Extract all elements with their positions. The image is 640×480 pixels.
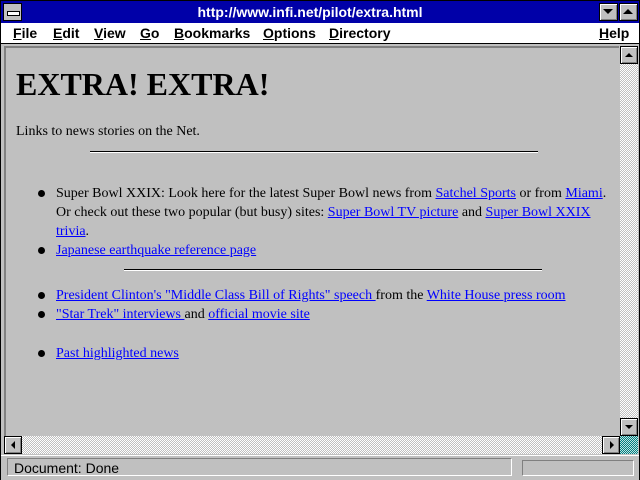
menu-view-accel: V [94, 25, 104, 41]
link-clinton-speech[interactable]: President Clinton's "Middle Class Bill o… [56, 288, 376, 303]
maximize-icon [623, 9, 633, 14]
vertical-scrollbar[interactable] [620, 46, 638, 436]
scroll-left-button[interactable] [4, 436, 22, 454]
scroll-up-button[interactable] [620, 46, 638, 64]
menu-help-accel: H [599, 25, 610, 41]
menu-options-label: ptions [273, 25, 316, 41]
horizontal-rule [90, 151, 538, 153]
menu-bookmarks[interactable]: Bookmarks [174, 24, 250, 42]
title-bar: http://www.infi.net/pilot/extra.html [1, 1, 639, 23]
status-bar: Document: Done [1, 455, 639, 480]
menu-options[interactable]: Options [263, 24, 316, 42]
bullet-icon [38, 311, 45, 318]
status-message: Document: Done [7, 458, 512, 476]
bullet-icon [38, 350, 45, 357]
link-past-highlighted-news[interactable]: Past highlighted news [56, 346, 179, 361]
page-content: EXTRA! EXTRA! Links to news stories on t… [4, 46, 619, 436]
scroll-down-button[interactable] [620, 418, 638, 436]
menu-directory-label: irectory [339, 25, 391, 41]
menu-go-label: o [150, 25, 160, 41]
bullet-icon [38, 190, 45, 197]
menu-edit-accel: E [53, 25, 63, 41]
period-text: . [85, 224, 90, 239]
page-intro: Links to news stories on the Net. [16, 124, 200, 139]
bullet-icon [38, 247, 45, 254]
link-satchel-sports[interactable]: Satchel Sports [435, 186, 516, 201]
minimize-icon [603, 9, 613, 14]
menu-edit[interactable]: Edit [53, 24, 79, 42]
arrow-left-icon [11, 441, 15, 449]
horizontal-scrollbar[interactable] [4, 436, 620, 454]
menu-help[interactable]: Help [599, 24, 629, 42]
system-menu-button[interactable] [3, 3, 22, 21]
browser-window: http://www.infi.net/pilot/extra.html Fil… [0, 0, 640, 480]
size-grip[interactable] [620, 436, 638, 454]
link-miami[interactable]: Miami [565, 186, 602, 201]
progress-bar [522, 460, 634, 476]
window-title: http://www.infi.net/pilot/extra.html [197, 4, 423, 20]
menu-directory[interactable]: Directory [329, 24, 390, 42]
minimize-button[interactable] [599, 3, 618, 21]
connector-text: and [458, 205, 486, 220]
news-list-secondary: President Clinton's "Middle Class Bill o… [36, 286, 611, 324]
menu-directory-accel: D [329, 25, 340, 41]
menu-file-label: ile [21, 25, 38, 41]
news-list-primary: Super Bowl XXIX: Look here for the lates… [36, 184, 611, 260]
connector-text: and [184, 307, 209, 322]
menu-help-label: elp [609, 25, 630, 41]
menu-edit-label: dit [62, 25, 80, 41]
menu-file[interactable]: File [13, 24, 37, 42]
list-item-clinton-speech: President Clinton's "Middle Class Bill o… [36, 286, 611, 305]
maximize-button[interactable] [619, 3, 638, 21]
vertical-scroll-track[interactable] [620, 64, 638, 418]
link-super-bowl-tv-picture[interactable]: Super Bowl TV picture [328, 205, 459, 220]
page-heading: EXTRA! EXTRA! [16, 66, 270, 102]
arrow-down-icon [625, 425, 633, 429]
news-list-archive: Past highlighted news [36, 344, 611, 363]
arrow-right-icon [610, 441, 614, 449]
menu-file-accel: F [13, 25, 22, 41]
connector-text: or from [515, 186, 566, 201]
link-japanese-earthquake[interactable]: Japanese earthquake reference page [56, 243, 256, 258]
scroll-right-button[interactable] [602, 436, 620, 454]
super-bowl-text: Super Bowl XXIX: Look here for the lates… [56, 186, 436, 201]
horizontal-rule [124, 269, 542, 271]
bullet-icon [38, 292, 45, 299]
menu-options-accel: O [263, 25, 274, 41]
menu-go-accel: G [140, 25, 151, 41]
menu-bookmarks-label: ookmarks [184, 25, 251, 41]
link-white-house-press-room[interactable]: White House press room [427, 288, 566, 303]
menu-view-label: iew [103, 25, 126, 41]
list-item-super-bowl: Super Bowl XXIX: Look here for the lates… [36, 184, 611, 241]
link-official-movie-site[interactable]: official movie site [208, 307, 310, 322]
list-item-star-trek: "Star Trek" interviews and official movi… [36, 305, 611, 324]
menu-go[interactable]: Go [140, 24, 159, 42]
list-item-past-news: Past highlighted news [36, 344, 611, 363]
menu-bookmarks-accel: B [174, 25, 185, 41]
menu-bar: File Edit View Go Bookmarks Options Dire… [1, 23, 639, 44]
system-menu-icon [7, 11, 20, 16]
arrow-up-icon [625, 53, 633, 57]
connector-text: from the [375, 288, 427, 303]
menu-view[interactable]: View [94, 24, 126, 42]
link-star-trek-interviews[interactable]: "Star Trek" interviews [56, 307, 184, 322]
list-item-earthquake: Japanese earthquake reference page [36, 241, 611, 260]
horizontal-scroll-track[interactable] [22, 436, 602, 454]
